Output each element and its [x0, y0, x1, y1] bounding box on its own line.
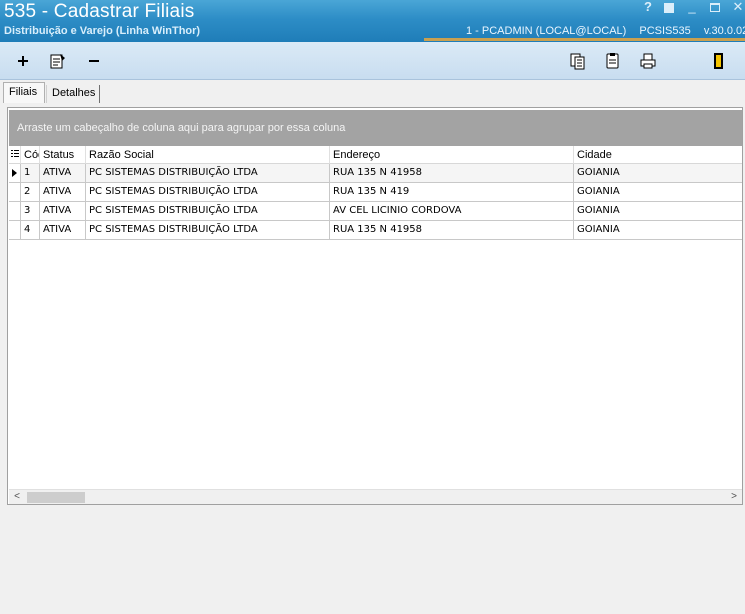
- cell-endereco[interactable]: RUA 135 N 41958: [330, 221, 574, 240]
- scroll-right-icon[interactable]: >: [726, 490, 742, 505]
- edit-icon: [49, 52, 67, 70]
- cell-endereco[interactable]: AV CEL LICINIO CORDOVA: [330, 202, 574, 221]
- restore-icon[interactable]: [661, 1, 677, 15]
- column-header-status[interactable]: Status: [40, 146, 86, 164]
- toolbar: [0, 42, 745, 80]
- report-icon: [605, 52, 621, 70]
- column-header-cod[interactable]: Cód: [21, 146, 40, 164]
- table-row[interactable]: 1 ATIVA PC SISTEMAS DISTRIBUIÇÃO LTDA RU…: [9, 164, 742, 183]
- column-header-endereco[interactable]: Endereço: [330, 146, 574, 164]
- cell-cidade[interactable]: GOIANIA: [574, 164, 742, 183]
- remove-icon: [88, 55, 100, 67]
- column-chooser-icon[interactable]: [9, 146, 21, 164]
- row-indicator: [9, 202, 21, 221]
- minimize-button[interactable]: _: [684, 0, 700, 15]
- cell-status[interactable]: ATIVA: [40, 202, 86, 221]
- cell-status[interactable]: ATIVA: [40, 183, 86, 202]
- edit-button[interactable]: [48, 51, 68, 71]
- report-button[interactable]: [603, 51, 623, 71]
- add-button[interactable]: [13, 51, 33, 71]
- window-subtitle: Distribuição e Varejo (Linha WinThor): [4, 25, 201, 37]
- cell-cidade[interactable]: GOIANIA: [574, 202, 742, 221]
- group-by-area[interactable]: Arraste um cabeçalho de coluna aqui para…: [9, 110, 742, 146]
- version-label: v.30.0.02.011: [703, 25, 745, 37]
- table-row[interactable]: 2 ATIVA PC SISTEMAS DISTRIBUIÇÃO LTDA RU…: [9, 183, 742, 202]
- user-label: 1 - PCADMIN (LOCAL@LOCAL): [466, 25, 627, 37]
- close-button[interactable]: ✕: [730, 0, 745, 15]
- row-indicator: [9, 221, 21, 240]
- scrollbar-thumb[interactable]: [27, 492, 85, 503]
- session-info: 1 - PCADMIN (LOCAL@LOCAL) PCSIS535 v.30.…: [466, 25, 745, 37]
- cell-status[interactable]: ATIVA: [40, 221, 86, 240]
- print-icon: [639, 52, 657, 70]
- cell-razao-social[interactable]: PC SISTEMAS DISTRIBUIÇÃO LTDA: [86, 221, 330, 240]
- table-row[interactable]: 4 ATIVA PC SISTEMAS DISTRIBUIÇÃO LTDA RU…: [9, 221, 742, 240]
- exit-button[interactable]: [708, 51, 728, 71]
- cell-endereco[interactable]: RUA 135 N 41958: [330, 164, 574, 183]
- maximize-button[interactable]: [707, 1, 723, 15]
- help-button[interactable]: ?: [640, 0, 656, 15]
- add-icon: [17, 55, 29, 67]
- title-accent-line: [424, 38, 745, 41]
- cell-razao-social[interactable]: PC SISTEMAS DISTRIBUIÇÃO LTDA: [86, 183, 330, 202]
- copy-icon: [569, 52, 587, 70]
- remove-button[interactable]: [84, 51, 104, 71]
- scroll-left-icon[interactable]: <: [9, 490, 25, 505]
- row-indicator: [9, 164, 21, 183]
- cell-cidade[interactable]: GOIANIA: [574, 183, 742, 202]
- title-bar: 535 - Cadastrar Filiais Distribuição e V…: [0, 0, 745, 42]
- program-label: PCSIS535: [639, 25, 691, 37]
- print-button[interactable]: [638, 51, 658, 71]
- tab-filiais[interactable]: Filiais: [3, 82, 45, 103]
- current-row-arrow-icon: [12, 169, 17, 177]
- cell-cidade[interactable]: GOIANIA: [574, 221, 742, 240]
- cell-cod[interactable]: 3: [21, 202, 40, 221]
- table-row[interactable]: 3 ATIVA PC SISTEMAS DISTRIBUIÇÃO LTDA AV…: [9, 202, 742, 221]
- column-header-cidade[interactable]: Cidade: [574, 146, 742, 164]
- cell-cod[interactable]: 1: [21, 164, 40, 183]
- horizontal-scrollbar[interactable]: < >: [9, 489, 742, 504]
- cell-razao-social[interactable]: PC SISTEMAS DISTRIBUIÇÃO LTDA: [86, 164, 330, 183]
- exit-icon: [711, 52, 725, 70]
- cell-endereco[interactable]: RUA 135 N 419: [330, 183, 574, 202]
- copy-button[interactable]: [568, 51, 588, 71]
- column-header-razao-social[interactable]: Razão Social: [86, 146, 330, 164]
- cell-cod[interactable]: 4: [21, 221, 40, 240]
- cell-razao-social[interactable]: PC SISTEMAS DISTRIBUIÇÃO LTDA: [86, 202, 330, 221]
- cell-status[interactable]: ATIVA: [40, 164, 86, 183]
- window-title: 535 - Cadastrar Filiais: [4, 1, 195, 22]
- tab-strip: Filiais Detalhes: [0, 80, 745, 103]
- cell-cod[interactable]: 2: [21, 183, 40, 202]
- tab-detalhes[interactable]: Detalhes: [46, 85, 100, 103]
- row-indicator: [9, 183, 21, 202]
- grid-panel: Arraste um cabeçalho de coluna aqui para…: [7, 107, 743, 505]
